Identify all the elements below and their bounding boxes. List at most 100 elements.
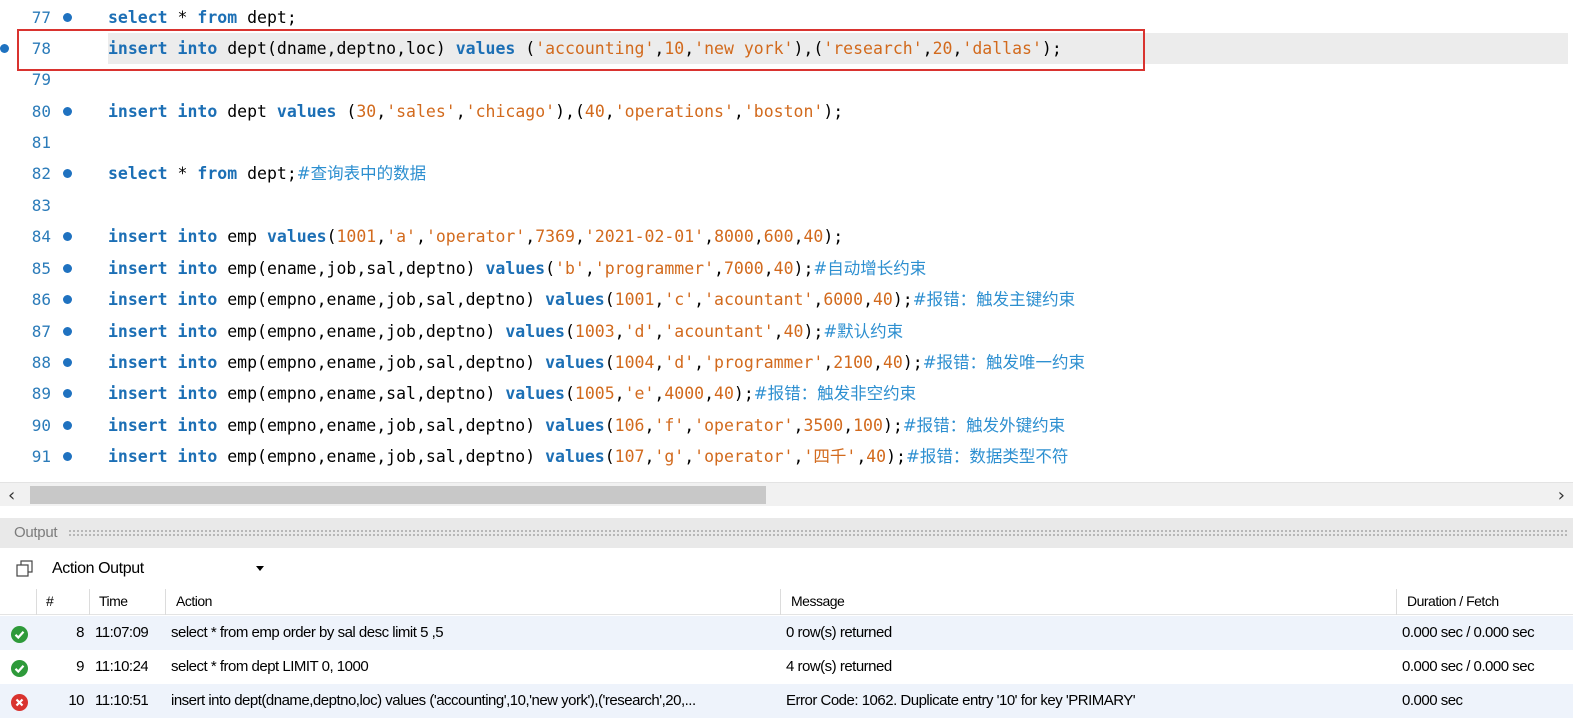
code-token: , [376, 102, 387, 121]
code-token: 2100 [833, 353, 873, 372]
line-number: 86 [31, 290, 51, 309]
code-token: dept; [237, 164, 297, 183]
code-text[interactable]: insert into emp(empno,ename,sal,deptno) … [108, 378, 916, 409]
code-line[interactable]: 86 insert into emp(empno,ename,job,sal,de… [0, 284, 1573, 315]
bullet-dot-icon[interactable] [63, 264, 72, 273]
code-text[interactable]: insert into emp(empno,ename,job,deptno) … [108, 316, 903, 347]
code-line[interactable]: 84 insert into emp values(1001,'a','opera… [0, 221, 1573, 252]
bullet-dot-icon[interactable] [63, 421, 72, 430]
code-token: 40 [873, 290, 893, 309]
code-token: , [684, 447, 695, 466]
code-token: ( [326, 227, 337, 246]
x-circle-icon [11, 694, 28, 711]
code-token: 100 [853, 416, 883, 435]
bullet-dot-icon[interactable] [63, 107, 72, 116]
code-token: 40 [584, 102, 605, 121]
bullet-dot-icon[interactable] [0, 44, 9, 53]
code-text[interactable]: insert into dept values (30,'sales','chi… [108, 96, 843, 127]
panel-splitter[interactable] [0, 506, 1573, 518]
code-line[interactable]: 87 insert into emp(empno,ename,job,deptno… [0, 316, 1573, 347]
code-line[interactable]: 81 [0, 127, 1573, 158]
code-text[interactable]: select * from dept;#查询表中的数据 [108, 158, 426, 189]
column-header-message[interactable]: Message [791, 593, 845, 609]
code-line[interactable]: 90 insert into emp(empno,ename,job,sal,de… [0, 410, 1573, 441]
chevron-right-icon[interactable]: › [1558, 485, 1565, 506]
code-text[interactable]: insert into emp values(1001,'a','operato… [108, 221, 843, 252]
code-token: , [856, 447, 867, 466]
code-token: #报错：触发外键约束 [902, 416, 1066, 435]
line-number: 88 [31, 353, 51, 372]
code-token: select [108, 164, 168, 183]
code-token: values [545, 447, 605, 466]
action-output-grid: # Time Action Message Duration / Fetch 8… [0, 589, 1573, 723]
code-token: emp(empno,ename,job,sal,deptno) [217, 416, 546, 435]
code-token: from [197, 8, 238, 27]
code-line[interactable]: 82 select * from dept;#查询表中的数据 [0, 158, 1573, 189]
code-token: select [108, 8, 168, 27]
code-text[interactable]: insert into emp(empno,ename,job,sal,dept… [108, 347, 1085, 378]
copy-icon[interactable] [15, 560, 35, 578]
column-header-duration[interactable]: Duration / Fetch [1407, 593, 1499, 609]
line-number: 83 [31, 196, 51, 215]
code-token: , [574, 227, 585, 246]
column-header-action[interactable]: Action [176, 593, 212, 609]
horizontal-scrollbar[interactable]: ‹ › [0, 482, 1573, 506]
table-row[interactable]: 8 11:07:09 select * from emp order by sa… [0, 616, 1573, 650]
code-token: insert into [108, 290, 218, 309]
code-token: emp(empno,ename,job,sal,deptno) [217, 447, 546, 466]
code-text[interactable]: insert into emp(empno,ename,job,sal,dept… [108, 284, 1075, 315]
panel-grip[interactable] [68, 529, 1567, 537]
code-token: emp(empno,ename,sal,deptno) [217, 384, 506, 403]
line-number: 89 [31, 384, 51, 403]
table-row[interactable]: 10 11:10:51 insert into dept(dname,deptn… [0, 684, 1573, 718]
code-token: 'acountant' [704, 290, 814, 309]
code-line[interactable]: 89 insert into emp(empno,ename,sal,deptno… [0, 378, 1573, 409]
row-duration: 0.000 sec / 0.000 sec [1402, 658, 1535, 675]
column-divider[interactable] [36, 589, 37, 615]
code-token: values [266, 227, 327, 246]
bullet-dot-icon[interactable] [63, 13, 72, 22]
code-token: #报错：触发主键约束 [912, 290, 1076, 309]
code-token: 7369 [535, 227, 575, 246]
code-token: ); [902, 353, 923, 372]
code-token: 'acountant' [664, 322, 774, 341]
code-token: 30 [356, 102, 377, 121]
sql-editor[interactable]: 77 select * from dept; 78 insert into dept(… [0, 0, 1573, 481]
column-divider[interactable] [89, 589, 90, 615]
code-line[interactable]: 88 insert into emp(empno,ename,job,sal,de… [0, 347, 1573, 378]
table-row[interactable]: 9 11:10:24 select * from dept LIMIT 0, 1… [0, 650, 1573, 684]
code-token: , [694, 290, 705, 309]
code-line[interactable]: 83 [0, 190, 1573, 221]
code-line[interactable]: 91 insert into emp(empno,ename,job,sal,de… [0, 441, 1573, 472]
column-divider[interactable] [1396, 589, 1397, 615]
check-circle-icon [11, 626, 28, 643]
code-token: emp(empno,ename,job,sal,deptno) [217, 353, 546, 372]
bullet-dot-icon[interactable] [63, 295, 72, 304]
code-token: ( [604, 353, 615, 372]
code-text[interactable]: insert into emp(empno,ename,job,sal,dept… [108, 441, 1068, 472]
code-line[interactable]: 85 insert into emp(ename,job,sal,deptno) … [0, 253, 1573, 284]
bullet-dot-icon[interactable] [63, 232, 72, 241]
bullet-dot-icon[interactable] [63, 358, 72, 367]
column-header-number[interactable]: # [46, 593, 54, 609]
row-action: insert into dept(dname,deptno,loc) value… [171, 692, 696, 709]
code-token: emp(ename,job,sal,deptno) [217, 259, 486, 278]
code-token: ( [545, 259, 556, 278]
code-text[interactable]: insert into emp(empno,ename,job,sal,dept… [108, 410, 1065, 441]
code-line[interactable]: 80 insert into dept values (30,'sales','c… [0, 96, 1573, 127]
output-type-select[interactable]: Action Output [44, 554, 270, 582]
column-divider[interactable] [780, 589, 781, 615]
bullet-dot-icon[interactable] [63, 169, 72, 178]
code-token: 'programmer' [594, 259, 715, 278]
bullet-dot-icon[interactable] [63, 327, 72, 336]
caret-down-icon[interactable] [256, 566, 264, 571]
bullet-dot-icon[interactable] [63, 389, 72, 398]
chevron-left-icon[interactable]: ‹ [8, 485, 15, 506]
line-number: 82 [31, 164, 51, 183]
column-header-time[interactable]: Time [99, 593, 128, 609]
code-token: emp(empno,ename,job,sal,deptno) [217, 290, 546, 309]
scrollbar-thumb[interactable] [30, 486, 766, 504]
column-divider[interactable] [165, 589, 166, 615]
bullet-dot-icon[interactable] [63, 452, 72, 461]
code-text[interactable]: insert into emp(ename,job,sal,deptno) va… [108, 253, 926, 284]
